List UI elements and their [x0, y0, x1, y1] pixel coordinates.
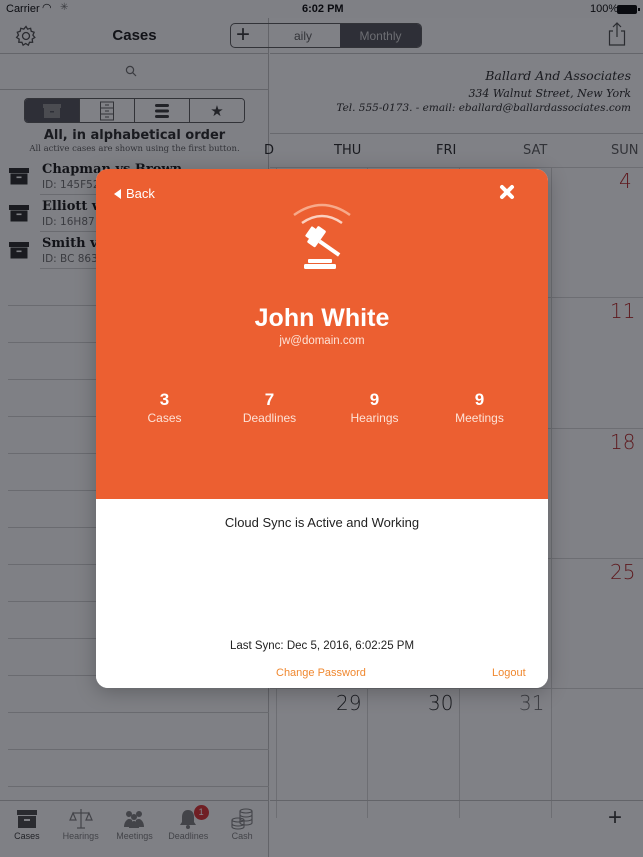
stat-value: 9 — [369, 390, 380, 409]
back-arrow-icon — [114, 188, 121, 199]
back-label: Back — [126, 186, 155, 201]
stat-meetings: 9 Meetings — [427, 390, 532, 425]
sync-panel: Cloud Sync is Active and Working Last Sy… — [96, 499, 548, 688]
back-button[interactable]: Back — [114, 186, 155, 201]
gavel-sync-icon — [293, 203, 351, 269]
stat-value: 9 — [474, 390, 485, 409]
stat-hearings: 9 Hearings — [322, 390, 427, 425]
stat-label: Hearings — [350, 411, 399, 425]
stat-cases: 3 Cases — [112, 390, 217, 425]
user-name: John White — [254, 304, 390, 332]
stat-label: Cases — [147, 411, 182, 425]
close-icon[interactable] — [498, 183, 516, 201]
logout-button[interactable]: Logout — [492, 667, 526, 679]
account-stats: 3 Cases 7 Deadlines 9 Hearings 9 Meeting… — [112, 390, 532, 425]
account-modal: Back John White jw@domain.com 3 Cases 7 … — [96, 169, 548, 688]
sync-status-text: Cloud Sync is Active and Working — [224, 515, 420, 530]
last-sync-text: Last Sync: Dec 5, 2016, 6:02:25 PM — [229, 640, 415, 652]
stat-deadlines: 7 Deadlines — [217, 390, 322, 425]
stat-value: 3 — [159, 390, 170, 409]
account-header: Back John White jw@domain.com 3 Cases 7 … — [96, 169, 548, 499]
change-password-button[interactable]: Change Password — [276, 667, 366, 679]
user-email: jw@domain.com — [279, 335, 365, 347]
stat-label: Meetings — [455, 411, 504, 425]
stat-value: 7 — [264, 390, 275, 409]
stat-label: Deadlines — [242, 411, 297, 425]
